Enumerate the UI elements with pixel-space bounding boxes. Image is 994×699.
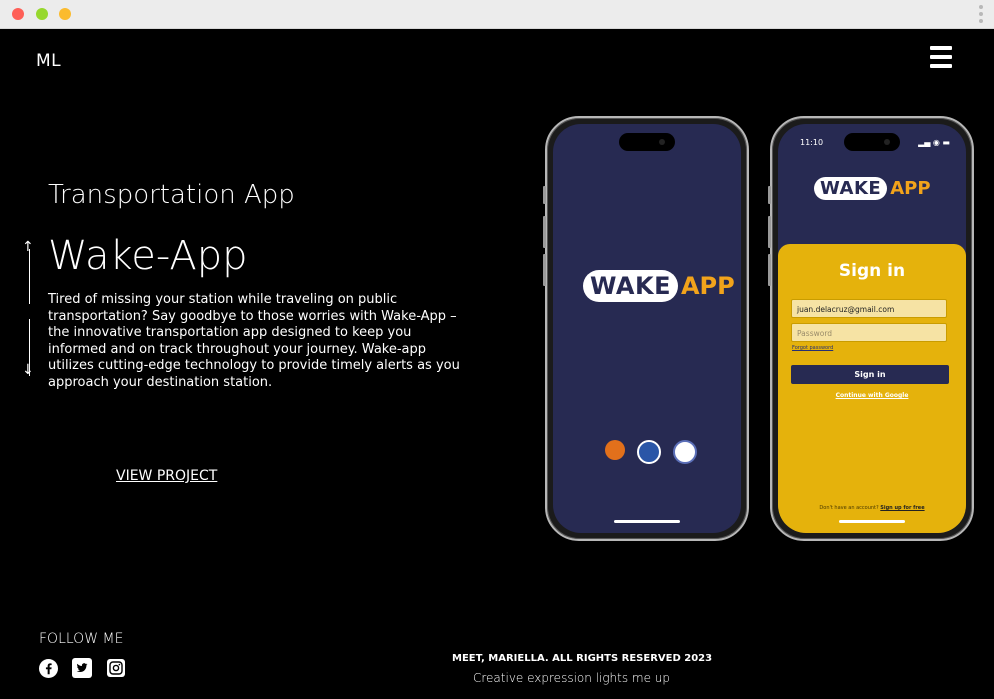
twitter-icon[interactable] xyxy=(72,658,92,678)
dynamic-island xyxy=(619,133,675,151)
home-indicator xyxy=(839,520,905,523)
logo-app-text: APP xyxy=(680,272,735,300)
arrow-down-icon[interactable]: ↓ xyxy=(22,362,34,378)
phone-side-button xyxy=(768,216,771,248)
footer-tagline: Creative expression lights me up xyxy=(473,671,671,685)
signup-link: Sign up for free xyxy=(880,505,925,511)
project-description: Tired of missing your station while trav… xyxy=(48,292,460,390)
more-options-icon[interactable] xyxy=(978,3,984,25)
hamburger-menu-icon[interactable] xyxy=(930,46,954,68)
project-title: Wake-App xyxy=(48,233,248,279)
browser-chrome xyxy=(0,0,994,29)
splash-screen: WAKE APP xyxy=(553,124,741,533)
signin-title: Sign in xyxy=(838,261,906,281)
phone-side-button xyxy=(768,186,771,204)
follow-me-label: FOLLOW ME xyxy=(39,631,124,647)
forgot-password-link: Forgot password xyxy=(792,345,834,351)
phone-mockup-splash: WAKE APP xyxy=(543,116,749,541)
maximize-window-dot[interactable] xyxy=(59,8,71,20)
email-field: juan.delacruz@gmail.com xyxy=(791,299,947,318)
close-window-dot[interactable] xyxy=(12,8,24,20)
scroll-line-top xyxy=(29,249,30,304)
status-icons: ▂▄ ◉ ▬ xyxy=(918,138,950,147)
logo-wake-text: WAKE xyxy=(814,177,888,200)
signin-panel: Sign in juan.delacruz@gmail.com Password… xyxy=(778,244,966,533)
site-logo[interactable]: ML xyxy=(36,51,61,71)
instagram-icon[interactable] xyxy=(106,658,126,678)
wake-app-logo: WAKE APP xyxy=(583,270,735,302)
partner-logo-icon xyxy=(605,440,625,460)
phone-side-button xyxy=(543,186,546,204)
facebook-icon[interactable] xyxy=(38,658,58,678)
signup-prompt: Don't have an account? Sign up for free xyxy=(778,505,966,511)
signin-button: Sign in xyxy=(791,365,949,384)
project-subtitle: Transportation App xyxy=(48,180,295,210)
status-time: 11:10 xyxy=(800,138,824,147)
home-indicator xyxy=(614,520,680,523)
copyright-text: MEET, MARIELLA. ALL RIGHTS RESERVED 2023 xyxy=(452,653,713,664)
arrow-up-icon[interactable]: ↑ xyxy=(22,239,34,255)
google-signin-link: Continue with Google xyxy=(835,392,909,399)
password-field: Password xyxy=(791,323,947,342)
partner-logo-icon xyxy=(637,440,661,464)
phone-side-button xyxy=(768,254,771,286)
dynamic-island xyxy=(844,133,900,151)
view-project-link[interactable]: VIEW PROJECT xyxy=(116,468,217,484)
partner-logos xyxy=(605,440,697,464)
phone-side-button xyxy=(543,254,546,286)
partner-logo-icon xyxy=(673,440,697,464)
portfolio-page: ML Transportation App ↑ ↓ Wake-App Tired… xyxy=(2,29,992,699)
logo-app-text: APP xyxy=(890,178,931,199)
phone-mockup-signin: 11:10 ▂▄ ◉ ▬ WAKE APP Sign in juan.delac… xyxy=(768,116,974,541)
phone-side-button xyxy=(543,216,546,248)
social-links xyxy=(38,658,126,678)
no-account-text: Don't have an account? xyxy=(819,505,879,511)
logo-wake-text: WAKE xyxy=(583,270,678,302)
signin-screen: 11:10 ▂▄ ◉ ▬ WAKE APP Sign in juan.delac… xyxy=(778,124,966,533)
minimize-window-dot[interactable] xyxy=(36,8,48,20)
wake-app-logo: WAKE APP xyxy=(814,177,931,200)
